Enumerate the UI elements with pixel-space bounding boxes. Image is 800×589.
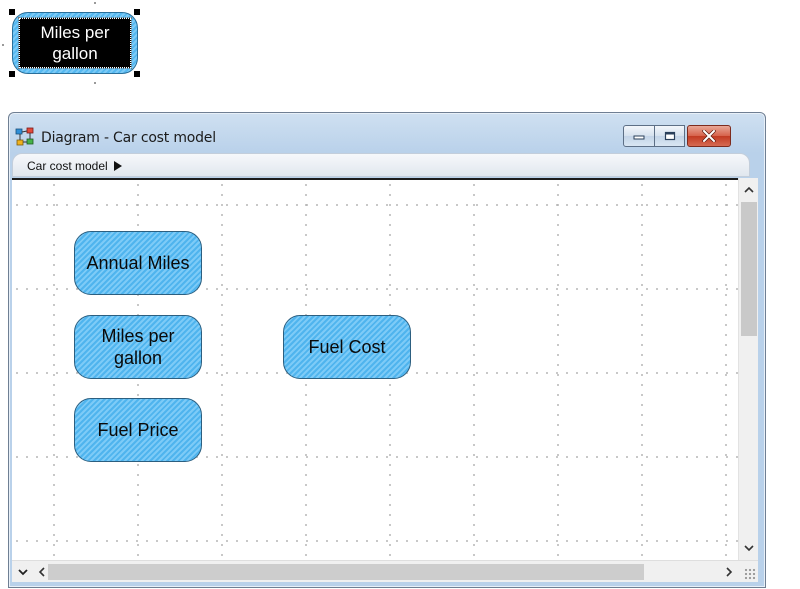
chevron-down-icon bbox=[744, 544, 754, 551]
scroll-menu-button[interactable] bbox=[14, 563, 32, 581]
maximize-icon bbox=[664, 131, 675, 141]
scroll-up-button[interactable] bbox=[740, 180, 758, 198]
selected-node-body[interactable]: Miles per gallon bbox=[12, 12, 138, 74]
grid-dot bbox=[2, 44, 4, 46]
breadcrumb-label[interactable]: Car cost model bbox=[27, 159, 108, 173]
vertical-scrollbar[interactable] bbox=[738, 178, 758, 560]
scroll-right-button[interactable] bbox=[720, 563, 738, 581]
chevron-right-icon bbox=[725, 567, 732, 577]
grid-dot bbox=[94, 2, 96, 4]
chevron-down-icon bbox=[18, 568, 28, 575]
selected-node-miles-per-gallon[interactable]: Miles per gallon bbox=[12, 12, 138, 74]
diagram-window: Diagram - Car cost model Car cost model bbox=[8, 112, 766, 588]
window-titlebar[interactable]: Diagram - Car cost model bbox=[9, 113, 765, 151]
selected-node-label[interactable]: Miles per gallon bbox=[18, 17, 132, 69]
selection-handle-top-right[interactable] bbox=[134, 9, 140, 15]
resize-grip-icon[interactable] bbox=[744, 568, 756, 580]
horizontal-scroll-thumb[interactable] bbox=[48, 564, 644, 580]
scroll-down-button[interactable] bbox=[740, 539, 758, 557]
selection-handle-bottom-left[interactable] bbox=[9, 71, 15, 77]
node-label: Fuel Price bbox=[97, 420, 179, 440]
play-triangle-icon[interactable] bbox=[113, 161, 122, 171]
chevron-up-icon bbox=[744, 186, 754, 193]
node-fuel-cost[interactable]: Fuel Cost bbox=[283, 315, 411, 379]
selection-handle-top-left[interactable] bbox=[9, 9, 15, 15]
diagram-canvas[interactable]: Annual Miles Miles per gallon Fuel Price… bbox=[12, 178, 738, 560]
grid-dot bbox=[94, 82, 96, 84]
maximize-button[interactable] bbox=[655, 125, 685, 147]
breadcrumb-bar: Car cost model bbox=[12, 153, 750, 177]
vertical-scroll-thumb[interactable] bbox=[741, 202, 757, 336]
window-title: Diagram - Car cost model bbox=[41, 130, 216, 146]
horizontal-scrollbar[interactable] bbox=[12, 560, 758, 582]
chevron-left-icon bbox=[38, 567, 45, 577]
diagram-icon bbox=[15, 127, 34, 146]
node-label: Annual Miles bbox=[86, 253, 190, 273]
node-miles-per-gallon[interactable]: Miles per gallon bbox=[74, 315, 202, 379]
minimize-icon bbox=[633, 135, 645, 140]
node-annual-miles[interactable]: Annual Miles bbox=[74, 231, 202, 295]
node-fuel-price[interactable]: Fuel Price bbox=[74, 398, 202, 462]
breadcrumb[interactable]: Car cost model bbox=[27, 159, 122, 173]
node-label: Fuel Cost bbox=[308, 337, 386, 357]
close-icon bbox=[702, 130, 716, 142]
node-label: Miles per gallon bbox=[101, 326, 175, 368]
selection-handle-bottom-right[interactable] bbox=[134, 71, 140, 77]
close-button[interactable] bbox=[687, 125, 731, 147]
minimize-button[interactable] bbox=[623, 125, 655, 147]
